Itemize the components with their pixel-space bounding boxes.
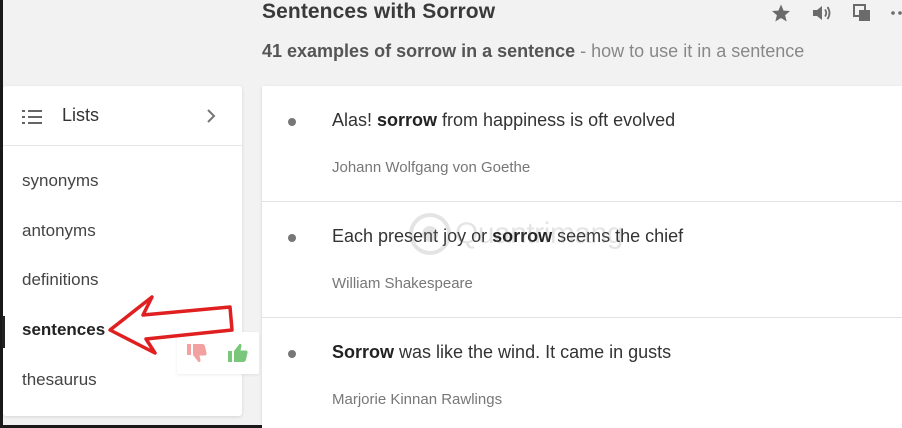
speaker-icon[interactable] bbox=[811, 3, 833, 23]
sidebar-item-antonyms[interactable]: antonyms bbox=[3, 211, 242, 251]
lists-title: Lists bbox=[62, 105, 100, 125]
lists-header[interactable]: Lists bbox=[3, 86, 242, 146]
subtitle-count: 41 examples of sorrow in a sentence bbox=[262, 41, 576, 61]
highlighted-word: Sorrow bbox=[332, 342, 395, 362]
bullet bbox=[288, 350, 296, 358]
highlighted-word: sorrow bbox=[377, 110, 438, 130]
copy-icon[interactable] bbox=[852, 3, 874, 23]
sentence-item[interactable]: Alas! sorrow from happiness is oft evolv… bbox=[262, 86, 902, 202]
chevron-right-icon[interactable] bbox=[205, 108, 217, 129]
bullet bbox=[288, 234, 296, 242]
annotation-arrow-icon bbox=[108, 295, 234, 355]
bullet bbox=[288, 118, 296, 126]
sentence-author[interactable]: William Shakespeare bbox=[332, 275, 473, 292]
watermark-logo: Quantrimang bbox=[408, 212, 623, 261]
page-subtitle: 41 examples of sorrow in a sentence - ho… bbox=[262, 41, 804, 62]
page-title: Sentences with Sorrow bbox=[262, 0, 496, 23]
star-icon[interactable] bbox=[770, 3, 792, 23]
sentences-panel: Alas! sorrow from happiness is oft evolv… bbox=[262, 86, 902, 428]
sentence-text: Alas! sorrow from happiness is oft evolv… bbox=[332, 110, 676, 130]
sentence-text: Sorrow was like the wind. It came in gus… bbox=[332, 342, 672, 362]
sentence-author[interactable]: Johann Wolfgang von Goethe bbox=[332, 159, 530, 176]
sentence-item[interactable]: Sorrow was like the wind. It came in gus… bbox=[262, 318, 902, 428]
sidebar-item-synonyms[interactable]: synonyms bbox=[3, 161, 242, 201]
subtitle-rest: - how to use it in a sentence bbox=[575, 41, 805, 61]
sentence-author[interactable]: Marjorie Kinnan Rawlings bbox=[332, 391, 502, 408]
more-icon[interactable] bbox=[890, 3, 902, 23]
list-icon bbox=[22, 109, 42, 130]
watermark-text: Quantrimang bbox=[455, 217, 623, 250]
